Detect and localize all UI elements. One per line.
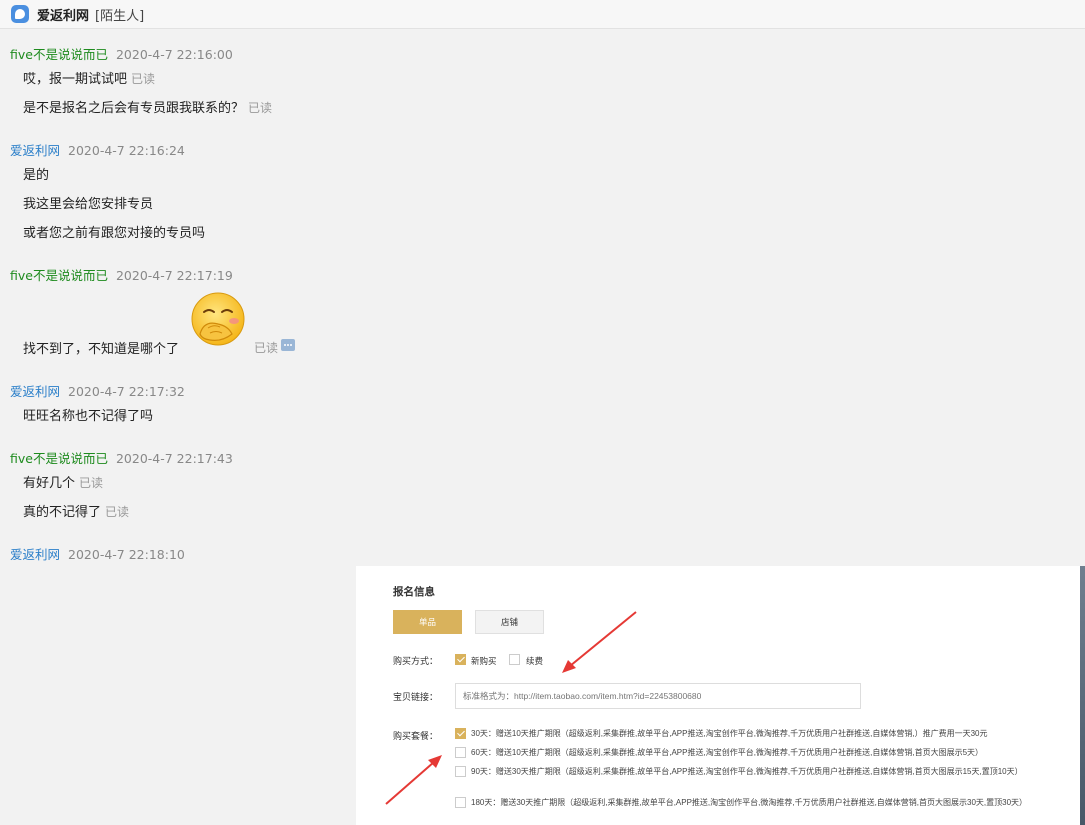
new-purchase-label: 新购买 — [471, 656, 497, 666]
message-header: five不是说说而已 2020-4-7 22:16:00 — [10, 44, 233, 63]
message-time: 2020-4-7 22:16:00 — [115, 47, 233, 62]
message-body: 真的不记得了 — [23, 505, 102, 520]
message-text: 有好几个 已读 — [23, 472, 103, 491]
tab-single-item[interactable]: 单品 — [393, 610, 462, 634]
message-body: 有好几个 — [23, 476, 76, 491]
message-text: 真的不记得了 已读 — [23, 501, 129, 520]
cover-mouth-emoji-icon — [191, 292, 245, 346]
sender-name[interactable]: five不是说说而已 — [10, 268, 108, 283]
message-time: 2020-4-7 22:16:24 — [68, 143, 185, 158]
message-header: 爱返利网 2020-4-7 22:16:24 — [10, 140, 185, 159]
item-link-label: 宝贝链接： — [393, 692, 439, 702]
sender-name[interactable]: five不是说说而已 — [10, 47, 108, 62]
message-time: 2020-4-7 22:17:43 — [115, 451, 233, 466]
package-label: 购买套餐： — [393, 731, 439, 741]
package-30-checkbox[interactable] — [455, 728, 466, 739]
message-text: 或者您之前有跟您对接的专员吗 — [23, 226, 206, 241]
message-text: 旺旺名称也不记得了吗 — [23, 409, 154, 424]
new-purchase-checkbox[interactable] — [455, 654, 466, 665]
message-text: 我这里会给您安排专员 — [23, 197, 154, 212]
message-time: 2020-4-7 22:18:10 — [68, 547, 185, 562]
read-status: 已读 — [105, 505, 130, 519]
app-logo-icon — [11, 5, 29, 23]
sender-name[interactable]: 爱返利网 — [10, 547, 60, 562]
message-body: 找不到了，不知道是哪个了 — [23, 342, 180, 357]
read-status: 已读 — [131, 72, 156, 86]
message-body: 哎，报一期试试吧 — [23, 72, 128, 87]
renew-checkbox[interactable] — [509, 654, 520, 665]
read-status: 已读 — [248, 101, 273, 115]
message-text: 是不是报名之后会有专员跟我联系的？ 已读 — [23, 97, 272, 116]
message-time: 2020-4-7 22:17:19 — [115, 268, 233, 283]
package-60-checkbox[interactable] — [455, 747, 466, 758]
title-bar: 爱返利网 [陌生人] — [0, 0, 1085, 29]
sender-name[interactable]: five不是说说而已 — [10, 451, 108, 466]
tab-store[interactable]: 店铺 — [475, 610, 544, 634]
sender-name[interactable]: 爱返利网 — [10, 384, 60, 399]
message-header: five不是说说而已 2020-4-7 22:17:19 — [10, 265, 233, 284]
message-text: 是的 — [23, 168, 50, 183]
renew-label: 续费 — [526, 656, 544, 666]
package-180-text: 180天：赠送30天推广期限（超级返利,采集群推,故单平台,APP推送,淘宝创作… — [471, 798, 1028, 807]
relationship-tag: [陌生人] — [95, 8, 145, 24]
message-body: 是不是报名之后会有专员跟我联系的？ — [23, 101, 245, 116]
message-header: five不是说说而已 2020-4-7 22:17:43 — [10, 448, 233, 467]
item-link-input[interactable] — [455, 683, 861, 709]
more-options-icon[interactable] — [281, 339, 295, 351]
purchase-method-label: 购买方式： — [393, 656, 439, 666]
message-time: 2020-4-7 22:17:32 — [68, 384, 185, 399]
form-title: 报名信息 — [393, 586, 435, 598]
signup-form-image: 报名信息 单品 店铺 购买方式： 新购买 续费 宝贝链接： 购买套餐： 30天：… — [356, 566, 1080, 825]
package-30-text: 30天：赠送10天推广期限（超级返利,采集群推,故单平台,APP推送,淘宝创作平… — [471, 729, 988, 738]
read-status: 已读 — [79, 476, 104, 490]
chat-partner-name: 爱返利网 — [37, 8, 90, 24]
package-60-text: 60天：赠送10天推广期限（超级返利,采集群推,故单平台,APP推送,淘宝创作平… — [471, 748, 984, 757]
message-text: 找不到了，不知道是哪个了 — [23, 338, 179, 357]
message-text: 哎，报一期试试吧 已读 — [23, 68, 155, 87]
message-header: 爱返利网 2020-4-7 22:18:10 — [10, 544, 185, 563]
message-header: 爱返利网 2020-4-7 22:17:32 — [10, 381, 185, 400]
package-90-text: 90天：赠送30天推广期限（超级返利,采集群推,故单平台,APP推送,淘宝创作平… — [471, 767, 1023, 776]
background-edge — [1080, 566, 1085, 825]
read-status: 已读 — [254, 341, 279, 355]
sender-name[interactable]: 爱返利网 — [10, 143, 60, 158]
